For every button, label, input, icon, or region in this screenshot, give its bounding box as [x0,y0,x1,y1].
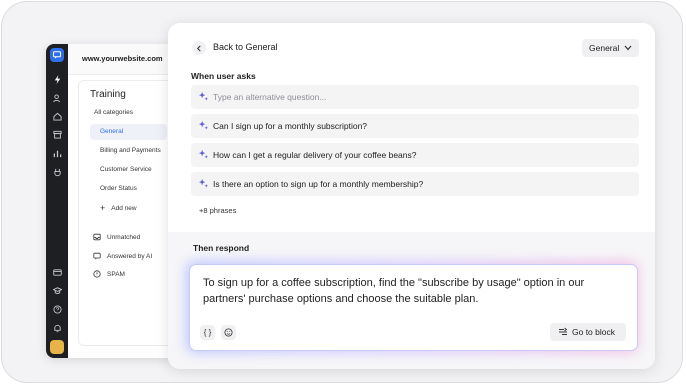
bar-chart-icon[interactable] [46,145,68,161]
card-icon[interactable] [46,264,68,280]
add-category-button[interactable]: + Add new [100,203,137,213]
category-general[interactable]: General [90,124,167,140]
sparkle-icon [198,149,209,159]
chat-logo-icon[interactable] [50,48,64,62]
block-icon [93,270,101,278]
avatar[interactable] [50,340,64,354]
frame: www.yourwebsite.com Training All categor… [1,1,683,383]
sparkle-icon [198,91,209,101]
category-dropdown[interactable]: General [582,39,639,57]
category-dropdown-value: General [589,43,620,53]
bolt-icon[interactable] [46,71,68,87]
category-order-status[interactable]: Order Status [100,185,137,192]
chevron-down-icon [624,45,632,51]
question-item[interactable]: How can I get a regular delivery of your… [191,143,639,167]
filter-unmatched[interactable]: Unmatched [93,233,140,241]
then-respond-heading: Then respond [193,243,250,253]
response-text[interactable]: To sign up for a coffee subscription, fi… [203,275,628,307]
emoji-button[interactable] [221,325,236,340]
bell-icon[interactable] [46,320,68,336]
training-detail-modal: Back to General General When user asks T… [168,23,655,369]
plus-icon: + [100,203,106,213]
ai-chat-icon [93,252,101,260]
sidebar-rail [46,44,68,358]
home-icon[interactable] [46,108,68,124]
go-to-block-label: Go to block [572,327,615,337]
filter-spam-label: SPAM [107,270,125,278]
filter-answered-by-ai[interactable]: Answered by AI [93,252,152,260]
chevron-left-icon [196,45,201,51]
flow-icon [559,327,568,335]
plug-icon[interactable] [46,164,68,180]
help-icon[interactable] [46,301,68,317]
back-to-general-link[interactable]: Back to General [213,42,278,52]
training-title: Training [90,89,126,100]
question-item[interactable]: Is there an option to sign up for a mont… [191,172,639,196]
variables-button[interactable]: { } [200,325,215,340]
inbox-icon [93,233,101,241]
graduation-cap-icon[interactable] [46,282,68,298]
question-text: Is there an option to sign up for a mont… [213,179,424,189]
users-icon[interactable] [46,90,68,106]
category-all[interactable]: All categories [94,109,133,116]
more-phrases-link[interactable]: +8 phrases [199,206,236,215]
sparkle-icon [198,178,209,188]
question-item[interactable]: Can I sign up for a monthly subscription… [191,114,639,138]
response-editor[interactable]: To sign up for a coffee subscription, fi… [189,264,638,351]
alternative-question-input[interactable]: Type an alternative question... [191,85,639,109]
alternative-question-placeholder: Type an alternative question... [213,92,327,102]
category-customer-service[interactable]: Customer Service [100,166,152,173]
braces-icon: { } [203,328,212,337]
category-billing[interactable]: Billing and Payments [100,147,161,154]
question-text: Can I sign up for a monthly subscription… [213,121,368,131]
archive-icon[interactable] [46,126,68,142]
when-user-asks-heading: When user asks [191,71,256,81]
filter-spam[interactable]: SPAM [93,270,125,278]
filter-unmatched-label: Unmatched [107,233,141,241]
go-to-block-button[interactable]: Go to block [550,323,626,341]
add-category-label: Add new [111,204,137,212]
sparkle-icon [198,120,209,130]
filter-answered-by-ai-label: Answered by AI [107,252,153,260]
question-text: How can I get a regular delivery of your… [213,150,417,160]
back-button[interactable] [192,41,206,55]
smiley-icon [224,328,233,337]
